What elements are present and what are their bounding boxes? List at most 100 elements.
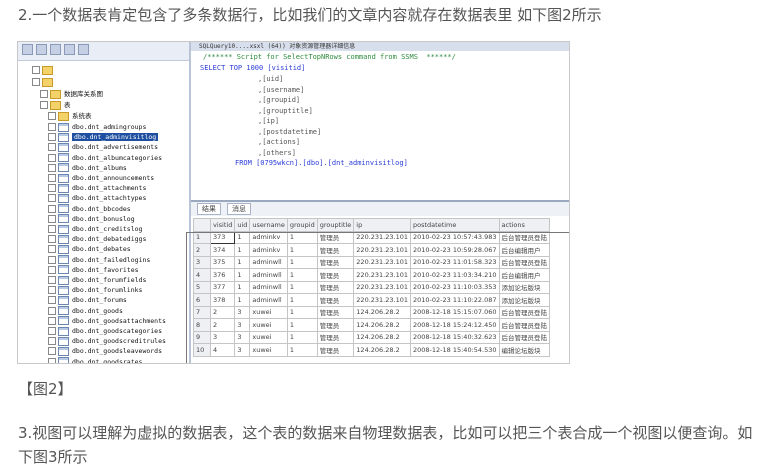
selection-frame [186, 232, 569, 363]
tree-node-label: dbo.dnt_forumlinks [72, 286, 143, 295]
expand-toggle-icon[interactable] [48, 163, 56, 172]
tree-node-label: dbo.dnt_goodscategories [72, 327, 163, 335]
tree-node-label: dbo.dnt_attachtypes [72, 194, 147, 203]
expand-toggle-icon[interactable] [48, 255, 56, 264]
paragraph-3: 3.视图可以理解为虚拟的数据表，这个表的数据来自物理数据表，比如可以把三个表合成… [18, 424, 753, 466]
folder-icon [50, 89, 61, 99]
expand-toggle-icon[interactable] [48, 306, 56, 315]
expand-toggle-icon[interactable] [48, 286, 56, 295]
table-icon [58, 316, 69, 326]
column-header[interactable]: username [249, 218, 288, 232]
expand-toggle-icon[interactable] [48, 153, 56, 162]
object-explorer-tree: 数据库关系图表系统表 dbo.dnt_admingroups dbo.dnt_adm… [18, 42, 191, 363]
tree-node-label: dbo.dnt_goodsleavewords [72, 347, 163, 356]
expand-toggle-icon[interactable] [48, 123, 56, 131]
table-icon [58, 132, 69, 142]
tab-results[interactable]: 结果 [197, 203, 221, 215]
table-icon [58, 163, 69, 173]
tree-node-label: dbo.dnt_advertisements [72, 143, 159, 152]
table-icon [58, 346, 69, 356]
expand-toggle-icon[interactable] [48, 327, 56, 335]
expand-toggle-icon[interactable] [32, 78, 40, 86]
tab-messages[interactable]: 消息 [227, 203, 251, 215]
expand-toggle-icon[interactable] [48, 143, 56, 152]
column-header[interactable]: visitid [209, 218, 236, 232]
tree-node-label: 系统表 [72, 112, 92, 120]
column-header[interactable] [193, 218, 211, 232]
expand-toggle-icon[interactable] [48, 296, 56, 305]
table-icon [58, 153, 69, 163]
tree-node-label: dbo.dnt_debates [72, 245, 131, 254]
query-tab[interactable]: SQLQuery10....xsxl (64)) 对象资源管理器详细信息 [191, 42, 569, 51]
stop-icon[interactable] [50, 44, 61, 55]
table-icon [58, 295, 69, 305]
expand-toggle-icon[interactable] [48, 112, 56, 120]
table-icon [58, 244, 69, 254]
expand-toggle-icon[interactable] [48, 265, 56, 274]
folder-icon [42, 65, 53, 75]
table-icon [58, 275, 69, 285]
table-icon [58, 183, 69, 193]
tree-node-label: 表 [64, 101, 71, 109]
expand-toggle-icon[interactable] [48, 225, 56, 233]
query-column-line: ,[uid] [258, 75, 284, 83]
expand-toggle-icon[interactable] [40, 90, 48, 98]
query-column-line: ,[username] [258, 85, 305, 94]
table-icon [58, 224, 69, 234]
expand-toggle-icon[interactable] [48, 194, 56, 203]
tree-node-label: dbo.dnt_creditslog [72, 225, 143, 233]
tree-node-label: dbo.dnt_goodsattachments [72, 316, 166, 325]
filter-icon[interactable] [64, 44, 75, 55]
table-icon [58, 204, 69, 214]
tree-node-label: dbo.dnt_debatediggs [72, 235, 147, 244]
expand-toggle-icon[interactable] [48, 245, 56, 254]
expand-toggle-icon[interactable] [48, 276, 56, 284]
folder-icon [42, 77, 53, 87]
expand-toggle-icon[interactable] [48, 174, 56, 182]
table-icon [58, 142, 69, 152]
tree-node-label: dbo.dnt_failedlogins [72, 255, 151, 264]
column-header[interactable]: uid [234, 218, 251, 232]
expand-toggle-icon[interactable] [48, 347, 56, 356]
query-comment: /****** Script for SelectTopNRows comman… [203, 53, 456, 61]
expand-toggle-icon[interactable] [48, 204, 56, 213]
query-select-line: SELECT TOP 1000 [visitid] [200, 64, 306, 72]
table-icon [58, 193, 69, 203]
expand-toggle-icon[interactable] [48, 133, 56, 142]
tree-node-label: dbo.dnt_goodsrates [72, 357, 143, 363]
expand-toggle-icon[interactable] [32, 66, 40, 74]
expand-toggle-icon[interactable] [40, 101, 48, 109]
column-header[interactable]: grouptitle [316, 218, 355, 232]
disconnect-icon[interactable] [36, 44, 47, 55]
expand-toggle-icon[interactable] [48, 337, 56, 346]
expand-toggle-icon[interactable] [48, 316, 56, 325]
table-icon [58, 357, 69, 363]
table-icon [58, 336, 69, 346]
expand-toggle-icon[interactable] [48, 357, 56, 363]
expand-toggle-icon[interactable] [48, 235, 56, 244]
expand-toggle-icon[interactable] [48, 214, 56, 223]
tree-node-label: dbo.dnt_favorites [72, 265, 139, 274]
table-icon [58, 234, 69, 244]
column-header[interactable]: actions [498, 218, 551, 232]
table-icon [58, 214, 69, 224]
column-header[interactable]: groupid [286, 218, 318, 232]
table-icon [58, 122, 69, 132]
column-header[interactable]: postdatetime [410, 218, 500, 232]
connect-icon[interactable] [22, 44, 33, 55]
expand-toggle-icon[interactable] [48, 184, 56, 193]
table-icon [58, 173, 69, 183]
tree-node-label: dbo.dnt_goods [72, 306, 123, 315]
query-column-line: ,[ip] [258, 117, 280, 125]
table-icon [58, 326, 69, 336]
tree-node-table[interactable]: dbo.dnt_goodsrates [48, 356, 142, 363]
query-column-line: ,[others] [258, 148, 296, 157]
folder-icon [58, 111, 69, 121]
query-editor[interactable]: SQLQuery10....xsxl (64)) 对象资源管理器详细信息 /**… [191, 42, 569, 202]
column-header[interactable]: ip [353, 218, 411, 232]
tree-node-label: dbo.dnt_announcements [72, 174, 155, 182]
refresh-icon[interactable] [78, 44, 89, 55]
tree-node-label: dbo.dnt_adminvisitlog [72, 133, 159, 142]
figure-caption: 【图2】 [18, 380, 73, 398]
explorer-toolbar [18, 42, 189, 61]
